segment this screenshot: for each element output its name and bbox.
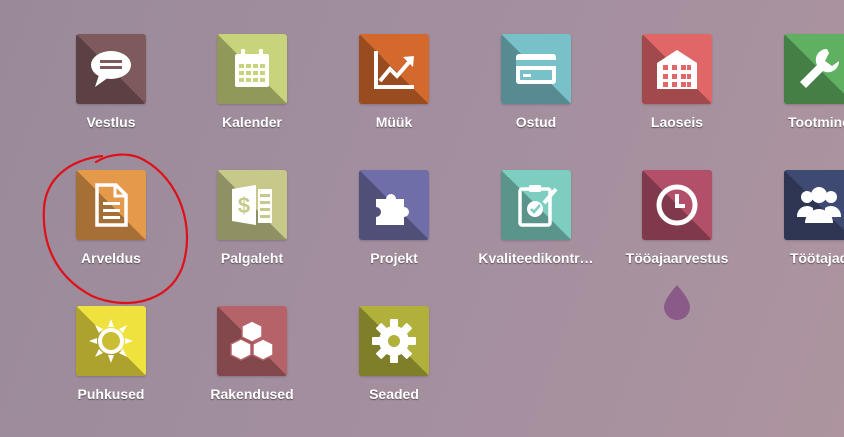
warehouse-icon — [657, 50, 697, 89]
app-label: Laoseis — [650, 114, 704, 130]
wrench-icon — [800, 48, 840, 88]
app-label: Tööajaarvestus — [625, 250, 729, 266]
app-tooajaarvestus[interactable]: Tööajaarvestus — [617, 170, 737, 290]
document-icon — [95, 183, 128, 227]
app-label: Kalender — [222, 114, 282, 130]
app-label: Arveldus — [81, 250, 141, 266]
app-kalender[interactable]: Kalender — [192, 34, 312, 154]
app-tile — [501, 34, 571, 104]
quality-check-icon — [518, 185, 558, 227]
app-kvaliteedikontroll[interactable]: Kvaliteedikontr… — [476, 170, 596, 290]
app-tile — [76, 306, 146, 376]
app-tile — [217, 34, 287, 104]
app-palgaleht[interactable]: $ Palgaleht — [192, 170, 312, 290]
payslip-icon: $ — [232, 185, 272, 225]
app-label: Puhkused — [77, 386, 145, 402]
credit-card-icon — [516, 54, 556, 84]
app-tile — [217, 306, 287, 376]
app-tile — [784, 170, 844, 240]
app-label: Vestlus — [86, 114, 136, 130]
app-label: Projekt — [370, 250, 418, 266]
sun-icon — [89, 319, 133, 363]
app-tile — [642, 34, 712, 104]
app-tile — [501, 170, 571, 240]
app-label: Rakendused — [210, 386, 294, 402]
app-tile — [784, 34, 844, 104]
people-icon — [796, 187, 842, 223]
app-tile — [359, 306, 429, 376]
app-label: Ostud — [515, 114, 557, 130]
app-ostud[interactable]: Ostud — [476, 34, 596, 154]
gear-icon — [372, 319, 416, 363]
app-rakendused[interactable]: Rakendused — [192, 306, 312, 426]
app-label: Kvaliteedikontr… — [478, 250, 594, 266]
app-puhkused[interactable]: Puhkused — [51, 306, 171, 426]
app-label: Töötajad — [789, 250, 844, 266]
app-label: Tootmine — [788, 114, 844, 130]
app-label: Müük — [375, 114, 413, 130]
app-tile — [642, 170, 712, 240]
app-laoseis[interactable]: Laoseis — [617, 34, 737, 154]
app-seaded[interactable]: Seaded — [334, 306, 454, 426]
app-label: Seaded — [369, 386, 419, 402]
app-tile — [359, 170, 429, 240]
svg-text:$: $ — [238, 193, 250, 218]
app-tile — [76, 170, 146, 240]
app-tile — [76, 34, 146, 104]
app-vestlus[interactable]: Vestlus — [51, 34, 171, 154]
calendar-icon — [235, 49, 269, 87]
app-tootajad[interactable]: Töötajad — [759, 170, 844, 290]
chat-icon — [91, 51, 131, 87]
clock-icon — [656, 184, 698, 226]
cubes-icon — [230, 320, 274, 361]
app-tootmine[interactable]: Tootmine — [759, 34, 844, 154]
app-arveldus[interactable]: Arveldus — [51, 170, 171, 290]
puzzle-icon — [376, 194, 409, 225]
app-tile: $ — [217, 170, 287, 240]
app-label: Palgaleht — [220, 250, 284, 266]
app-tile — [359, 34, 429, 104]
app-muuk[interactable]: Müük — [334, 34, 454, 154]
loading-drop-icon — [664, 285, 690, 320]
app-projekt[interactable]: Projekt — [334, 170, 454, 290]
trend-chart-icon — [374, 51, 414, 89]
